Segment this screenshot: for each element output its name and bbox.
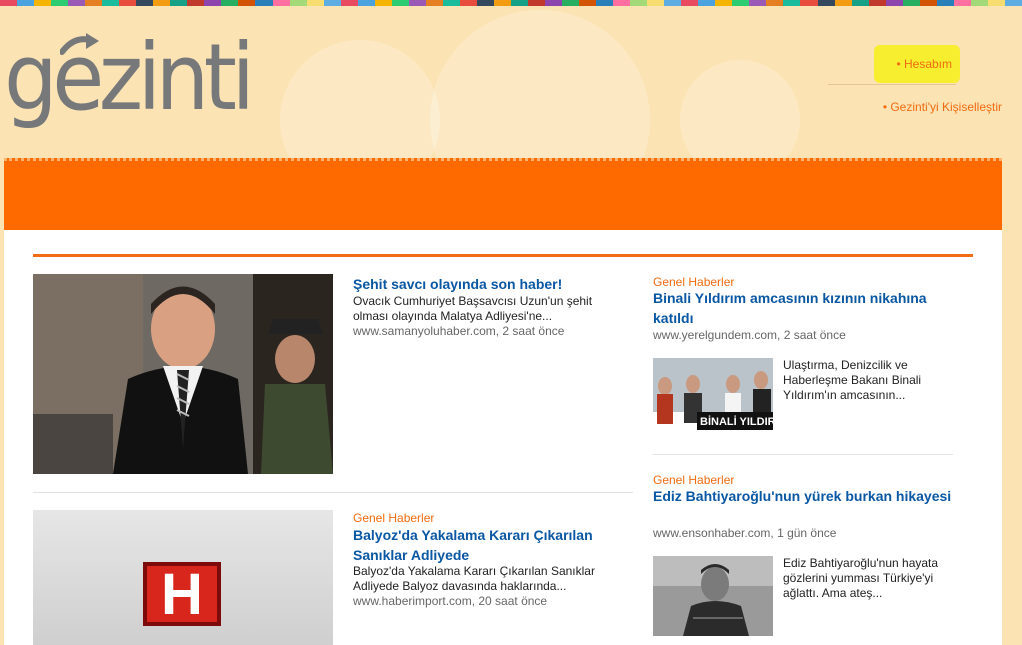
gezinti-logo[interactable]: gezinti	[4, 18, 264, 138]
stripe-segment	[204, 0, 222, 6]
stripe-segment	[272, 0, 290, 6]
stripe-segment	[664, 0, 682, 6]
stripe-segment	[493, 0, 511, 6]
right1-category[interactable]: Genel Haberler	[653, 275, 734, 289]
stripe-segment	[749, 0, 767, 6]
stripe-segment	[630, 0, 648, 6]
stripe-segment	[51, 0, 69, 6]
stripe-segment	[289, 0, 307, 6]
stripe-segment	[510, 0, 528, 6]
stripe-segment	[119, 0, 137, 6]
stripe-segment	[647, 0, 665, 6]
stripe-segment	[17, 0, 35, 6]
lead-story-image[interactable]	[33, 274, 333, 474]
lead-story-snippet: Ovacık Cumhuriyet Başsavcısı Uzun'un şeh…	[353, 294, 593, 323]
stripe-segment	[545, 0, 563, 6]
stripe-segment	[613, 0, 631, 6]
stripe-segment	[221, 0, 239, 6]
user-links-divider	[828, 84, 956, 85]
personalize-link[interactable]: • Gezinti'yi Kişiselleştir	[822, 100, 1022, 114]
stripe-segment	[970, 0, 988, 6]
stripe-segment	[902, 0, 920, 6]
stripe-segment	[85, 0, 103, 6]
stripe-segment	[868, 0, 886, 6]
right2-snippet: Ediz Bahtiyaroğlu'nun hayata gözlerini y…	[783, 556, 939, 600]
news-content: Şehit savcı olayında son haber! Ovacık C…	[4, 230, 1002, 645]
stripe-segment	[374, 0, 392, 6]
logo-text: gezinti	[4, 24, 255, 131]
stripe-segment	[766, 0, 784, 6]
stripe-segment	[987, 0, 1005, 6]
stripe-segment	[425, 0, 443, 6]
stripe-segment	[817, 0, 835, 6]
right2-source: www.ensonhaber.com, 1 gün önce	[653, 526, 837, 540]
stripe-segment	[936, 0, 954, 6]
right2-image[interactable]	[653, 556, 773, 636]
lead-story-source: www.samanyoluhaber.com, 2 saat önce	[353, 324, 565, 338]
stripe-segment	[459, 0, 477, 6]
right1-title[interactable]: Binali Yıldırım amcasının kızının nikahı…	[653, 288, 953, 328]
right1-source: www.yerelgundem.com, 2 saat önce	[653, 328, 846, 342]
stripe-segment	[323, 0, 341, 6]
stripe-segment	[357, 0, 375, 6]
lead-story-title[interactable]: Şehit savcı olayında son haber!	[353, 274, 613, 294]
footballer-illustration	[653, 556, 773, 636]
stripe-segment	[579, 0, 597, 6]
stripe-segment	[442, 0, 460, 6]
stripe-segment	[681, 0, 699, 6]
wedding-illustration: BİNALİ YILDIRIM	[653, 358, 773, 438]
stripe-segment	[800, 0, 818, 6]
stripe-segment	[187, 0, 205, 6]
stripe-segment	[255, 0, 273, 6]
stripe-segment	[153, 0, 171, 6]
right1-image[interactable]: BİNALİ YILDIRIM	[653, 358, 773, 438]
color-stripe	[0, 0, 1022, 6]
stripe-segment	[306, 0, 324, 6]
stripe-segment	[408, 0, 426, 6]
stripe-segment	[698, 0, 716, 6]
image-caption: BİNALİ YILDIRIM	[700, 415, 773, 428]
right2-title[interactable]: Ediz Bahtiyaroğlu'nun yürek burkan hikay…	[653, 486, 953, 506]
stripe-segment	[102, 0, 120, 6]
second-story-category[interactable]: Genel Haberler	[353, 511, 434, 525]
logo-arrow-icon	[60, 33, 99, 55]
stripe-segment	[596, 0, 614, 6]
second-story-title[interactable]: Balyoz'da Yakalama Kararı Çıkarılan Sanı…	[353, 525, 613, 565]
stripe-segment	[715, 0, 733, 6]
haber-logo-letter: H	[161, 562, 203, 627]
stripe-segment	[391, 0, 409, 6]
stripe-segment	[562, 0, 580, 6]
second-story-snippet: Balyoz'da Yakalama Kararı Çıkarılan Sanı…	[353, 564, 595, 593]
stripe-segment	[783, 0, 801, 6]
stripe-segment	[919, 0, 937, 6]
right1-snippet: Ulaştırma, Denizcilik ve Haberleşme Baka…	[783, 358, 922, 402]
stripe-segment	[68, 0, 86, 6]
stripe-segment	[527, 0, 545, 6]
stripe-segment	[732, 0, 750, 6]
stripe-segment	[170, 0, 188, 6]
stripe-segment	[953, 0, 971, 6]
stripe-segment	[885, 0, 903, 6]
stripe-segment	[0, 0, 18, 6]
stripe-segment	[851, 0, 869, 6]
second-story-source: www.haberimport.com, 20 saat önce	[353, 594, 548, 608]
stripe-segment	[136, 0, 154, 6]
second-story-image[interactable]: H	[33, 510, 333, 645]
nav-band	[4, 158, 1002, 230]
section-rule	[33, 254, 973, 257]
portrait-illustration	[33, 274, 333, 474]
story-divider	[653, 454, 953, 455]
stripe-segment	[1004, 0, 1022, 6]
stripe-segment	[476, 0, 494, 6]
stripe-segment	[834, 0, 852, 6]
right2-category[interactable]: Genel Haberler	[653, 473, 734, 487]
haber-logo-icon: H	[143, 562, 221, 627]
story-divider	[33, 492, 633, 493]
stripe-segment	[34, 0, 52, 6]
stripe-segment	[340, 0, 358, 6]
stripe-segment	[238, 0, 256, 6]
account-link[interactable]: • Hesabım	[874, 45, 960, 83]
